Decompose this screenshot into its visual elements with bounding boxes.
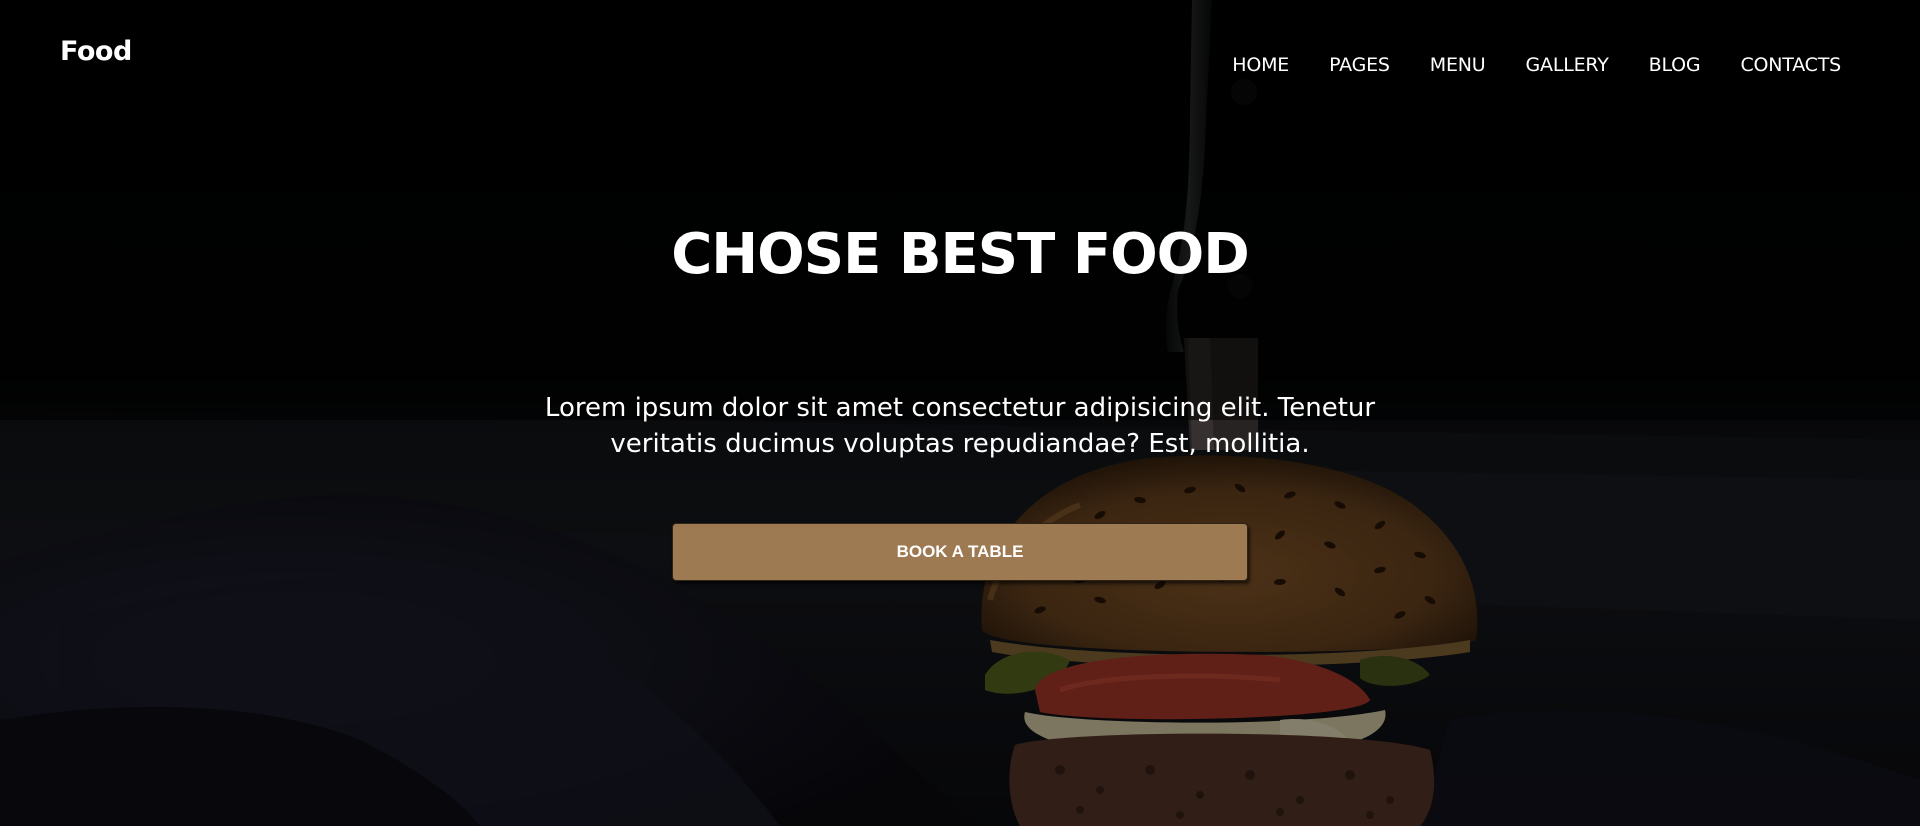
- nav-item-gallery[interactable]: GALLERY: [1526, 54, 1609, 76]
- main-navigation: HOME PAGES MENU GALLERY BLOG CONTACTS: [1192, 54, 1841, 76]
- hero-description: Lorem ipsum dolor sit amet consectetur a…: [460, 390, 1460, 462]
- logo[interactable]: Food: [60, 36, 132, 67]
- hero-section: Food HOME PAGES MENU GALLERY BLOG CONTAC…: [0, 0, 1920, 826]
- nav-item-blog[interactable]: BLOG: [1649, 54, 1701, 76]
- nav-item-contacts[interactable]: CONTACTS: [1740, 54, 1841, 76]
- nav-item-home[interactable]: HOME: [1232, 54, 1289, 76]
- nav-item-menu[interactable]: MENU: [1430, 54, 1486, 76]
- hero-description-line-2: veritatis ducimus voluptas repudiandae? …: [610, 429, 1310, 459]
- nav-item-pages[interactable]: PAGES: [1329, 54, 1390, 76]
- book-table-button[interactable]: BOOK A TABLE: [672, 523, 1248, 581]
- hero-title: CHOSE BEST FOOD: [671, 222, 1250, 287]
- hero-description-line-1: Lorem ipsum dolor sit amet consectetur a…: [544, 393, 1376, 423]
